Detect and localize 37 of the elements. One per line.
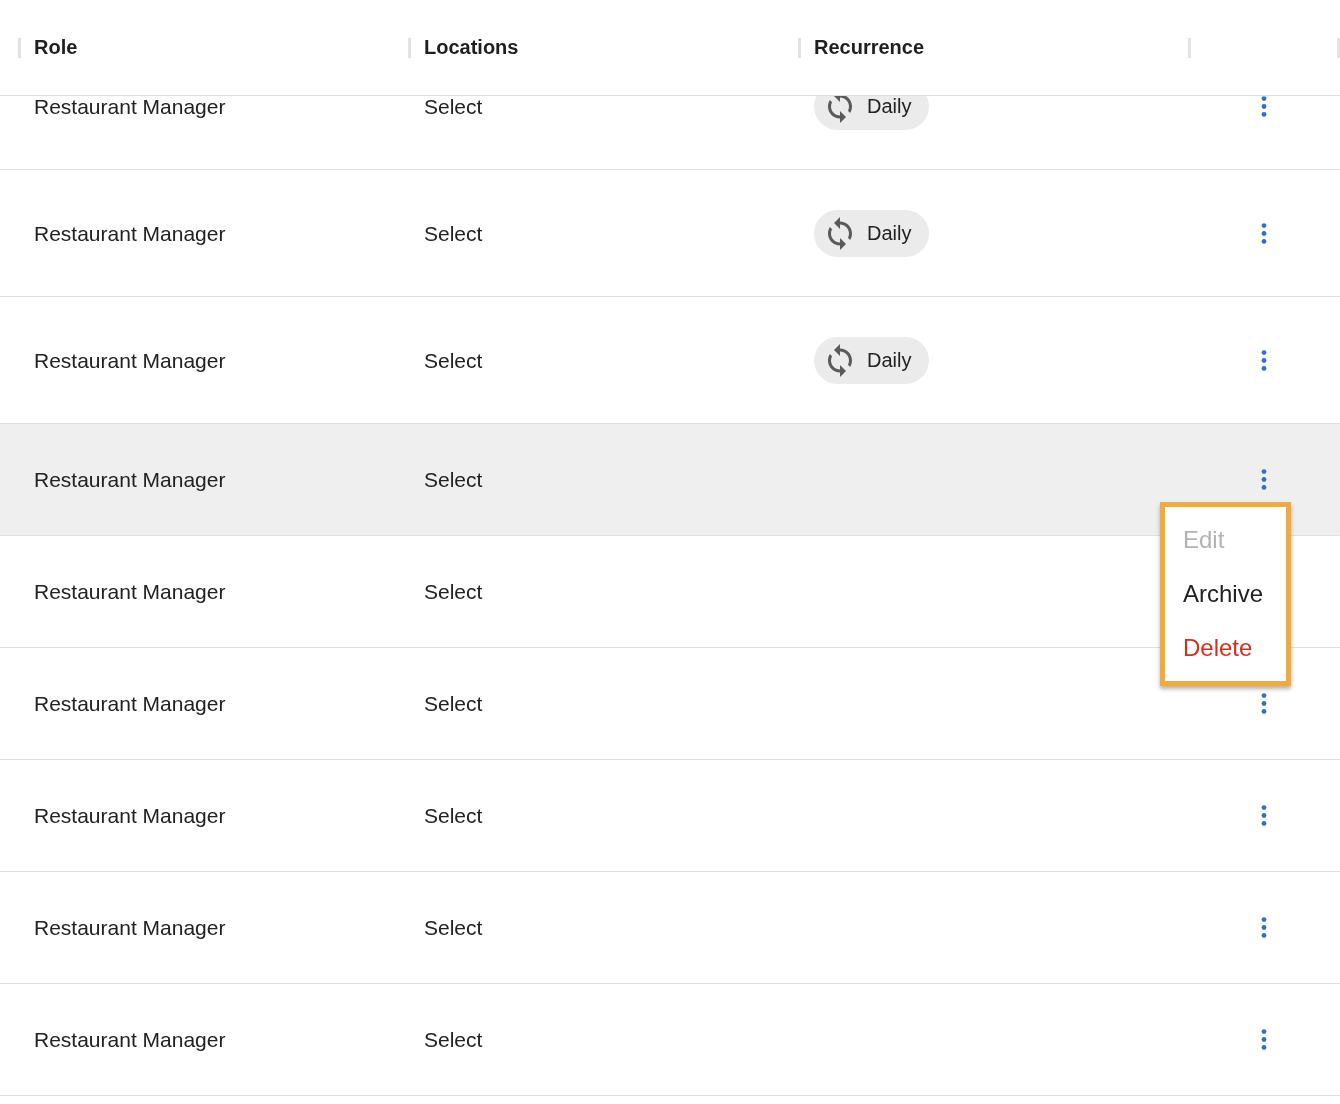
more-options-icon[interactable]	[1261, 805, 1267, 826]
locations-cell[interactable]: Select	[424, 912, 483, 944]
locations-cell[interactable]: Select	[424, 344, 483, 377]
role-cell-text: Restaurant Manager	[34, 1027, 226, 1053]
role-cell-text: Restaurant Manager	[34, 579, 226, 605]
more-options-icon[interactable]	[1261, 469, 1267, 490]
sync-icon	[828, 344, 852, 377]
column-header[interactable]: Locations	[424, 36, 519, 59]
recurrence-label: Daily	[867, 349, 912, 372]
role-cell-text: Restaurant Manager	[34, 915, 226, 941]
column-header[interactable]: Recurrence	[814, 36, 925, 59]
role-cell-text: Restaurant Manager	[34, 96, 226, 120]
more-options-icon[interactable]	[1261, 1029, 1267, 1050]
role-cell-text: Restaurant Manager	[34, 347, 226, 374]
role-cell-text: Restaurant Manager	[34, 691, 226, 717]
recurrence-label: Daily	[867, 96, 912, 118]
locations-cell[interactable]: Select	[424, 217, 483, 250]
more-options-icon[interactable]	[1261, 349, 1267, 371]
more-options-icon[interactable]	[1261, 917, 1267, 938]
sync-icon	[828, 96, 852, 123]
more-options-icon[interactable]	[1261, 693, 1267, 714]
more-options-icon[interactable]	[1261, 96, 1267, 117]
menu-item[interactable]: Archive	[1165, 567, 1286, 621]
locations-cell[interactable]: Select	[424, 1024, 483, 1056]
column-header[interactable]: Role	[34, 36, 78, 59]
locations-cell[interactable]: Select	[424, 800, 483, 832]
locations-cell[interactable]: Select	[424, 576, 483, 608]
role-cell-text: Restaurant Manager	[34, 467, 226, 493]
table-row[interactable]: Restaurant Manager Select Daily	[0, 96, 1340, 170]
role-cell-text: Restaurant Manager	[34, 803, 226, 829]
role-cell-text: Restaurant Manager	[34, 220, 226, 247]
recurrence-label: Daily	[867, 222, 912, 245]
locations-cell[interactable]: Select	[424, 464, 483, 496]
locations-cell[interactable]: Select	[424, 688, 483, 720]
more-options-icon[interactable]	[1261, 222, 1267, 244]
sync-icon	[828, 217, 852, 250]
locations-cell[interactable]: Select	[424, 96, 483, 123]
